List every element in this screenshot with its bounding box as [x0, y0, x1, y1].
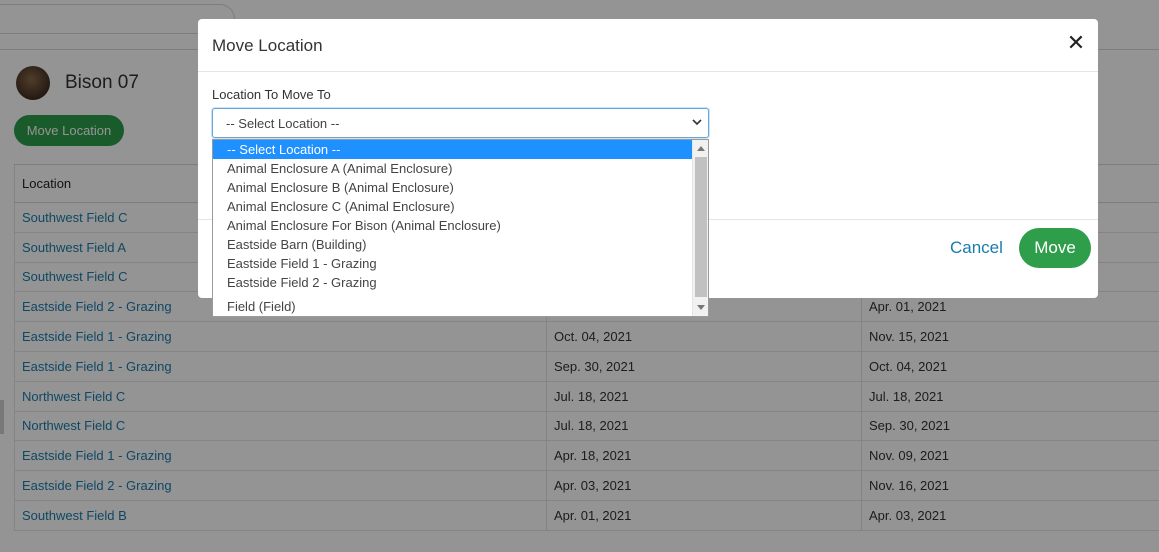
- scrollbar-thumb[interactable]: [695, 157, 707, 297]
- dropdown-option[interactable]: Animal Enclosure C (Animal Enclosure): [213, 197, 693, 216]
- scroll-down-icon[interactable]: [697, 305, 705, 310]
- dropdown-option[interactable]: Animal Enclosure B (Animal Enclosure): [213, 178, 693, 197]
- dropdown-option[interactable]: Eastside Field 2 - Grazing: [213, 273, 693, 292]
- dropdown-option[interactable]: Field (Field): [213, 297, 693, 316]
- dropdown-options: -- Select Location -- Animal Enclosure A…: [213, 140, 693, 316]
- close-icon[interactable]: ✕: [1066, 33, 1086, 55]
- dropdown-option[interactable]: Eastside Barn (Building): [213, 235, 693, 254]
- dropdown-option[interactable]: Animal Enclosure For Bison (Animal Enclo…: [213, 216, 693, 235]
- location-select[interactable]: -- Select Location --: [212, 108, 709, 138]
- modal-title: Move Location: [212, 36, 323, 55]
- location-dropdown-list[interactable]: -- Select Location -- Animal Enclosure A…: [212, 139, 709, 317]
- cancel-button[interactable]: Cancel: [950, 238, 1003, 258]
- dropdown-option[interactable]: Animal Enclosure A (Animal Enclosure): [213, 159, 693, 178]
- modal-header: Move Location ✕: [198, 19, 1098, 72]
- dropdown-scrollbar[interactable]: [692, 140, 708, 316]
- dropdown-option[interactable]: -- Select Location --: [213, 140, 693, 159]
- dropdown-option[interactable]: Eastside Field 1 - Grazing: [213, 254, 693, 273]
- scroll-up-icon[interactable]: [697, 146, 705, 151]
- move-button[interactable]: Move: [1019, 228, 1091, 268]
- location-select-value: -- Select Location --: [226, 116, 340, 131]
- location-field-label: Location To Move To: [212, 87, 331, 102]
- chevron-down-icon: [692, 119, 702, 126]
